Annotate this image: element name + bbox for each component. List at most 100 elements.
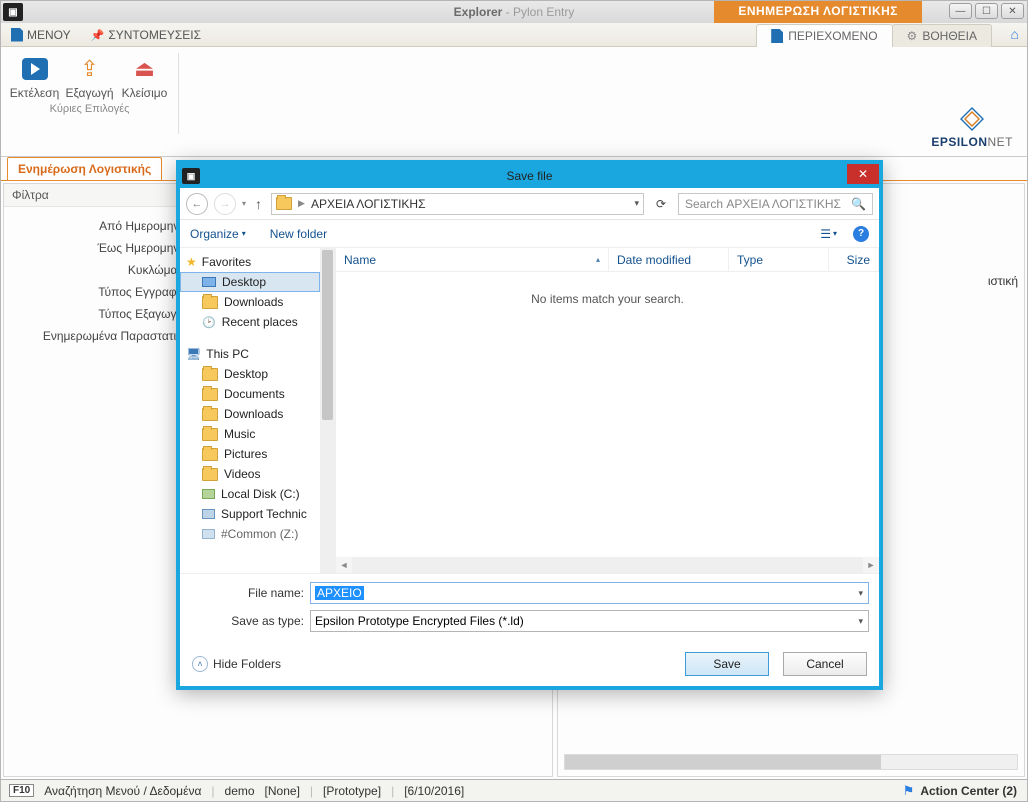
result-hscrollbar[interactable] [564, 754, 1018, 770]
app-icon: ▣ [3, 3, 23, 21]
content-tab-active[interactable]: Ενημέρωση Λογιστικής [7, 157, 162, 180]
filter-to-date-label: Έως Ημερομηνία [12, 241, 197, 255]
col-date[interactable]: Date modified [609, 248, 729, 271]
help-button[interactable]: ? [853, 226, 869, 242]
search-placeholder: Search ΑΡΧΕΙΑ ΛΟΓΙΣΤΙΚΗΣ [685, 197, 841, 211]
status-date: [6/10/2016] [404, 784, 464, 798]
nav-up-button[interactable]: ↑ [252, 196, 265, 212]
nav-forward-button[interactable]: → [214, 193, 236, 215]
tree-scrollbar[interactable] [320, 248, 335, 573]
tree-item-support[interactable]: Support Technic [180, 504, 320, 524]
refresh-button[interactable]: ⟳ [650, 197, 672, 211]
statusbar: F10 Αναζήτηση Μενού / Δεδομένα | demo [N… [1, 779, 1027, 801]
chevron-right-icon: ▶ [298, 198, 305, 209]
scroll-right-icon[interactable]: ► [863, 560, 879, 570]
col-type[interactable]: Type [729, 248, 829, 271]
tree-item-recent[interactable]: 🕑Recent places [180, 312, 320, 332]
tree-thispc-header[interactable]: 🖥This PC [180, 344, 320, 364]
close-window-button[interactable]: ✕ [1001, 3, 1024, 19]
doc-icon [11, 28, 23, 42]
dialog-footer: ˄ Hide Folders Save Cancel [180, 642, 879, 686]
folder-icon [202, 368, 218, 381]
nav-history-dropdown[interactable]: ▾ [242, 199, 246, 208]
tree-localc-label: Local Disk (C:) [221, 487, 300, 501]
savetype-select[interactable]: Epsilon Prototype Encrypted Files (*.ld)… [310, 610, 869, 632]
titlebar: ▣ Explorer - Pylon Entry ΕΝΗΜΕΡΩΣΗ ΛΟΓΙΣ… [1, 1, 1027, 23]
brand-logo: EPSILONNET [931, 107, 1013, 150]
save-button[interactable]: Save [685, 652, 769, 676]
chevron-down-icon[interactable]: ▾ [858, 588, 863, 599]
shortcuts-button[interactable]: ΣΥΝΤΟΜΕΥΣΕΙΣ [91, 28, 201, 42]
address-bar[interactable]: ▶ ΑΡΧΕΙΑ ΛΟΓΙΣΤΙΚΗΣ ▾ [271, 193, 644, 215]
tree-item-common[interactable]: #Common (Z:) [180, 524, 320, 544]
run-label: Εκτέλεση [10, 86, 60, 100]
filter-circuits-label: Κυκλώματα [12, 263, 197, 277]
filelist-hscrollbar[interactable]: ◄ ► [336, 557, 879, 573]
flag-icon[interactable]: ⚑ [903, 783, 915, 799]
view-options-button[interactable]: ☰▾ [820, 227, 837, 241]
folder-icon [202, 428, 218, 441]
eject-icon: ⏏ [131, 55, 159, 83]
desktop-icon [202, 277, 216, 287]
title-banner: ΕΝΗΜΕΡΩΣΗ ΛΟΓΙΣΤΙΚΗΣ [714, 1, 922, 23]
nav-back-button[interactable]: ← [186, 193, 208, 215]
tree-common-label: #Common (Z:) [221, 527, 298, 541]
run-button[interactable]: Εκτέλεση [7, 51, 62, 100]
dialog-body: ★Favorites Desktop Downloads 🕑Recent pla… [180, 248, 879, 573]
menu-button[interactable]: ΜΕΝΟΥ [11, 28, 71, 42]
tree-desktop-label: Desktop [222, 275, 266, 289]
filename-input[interactable]: ΑΡΧΕΙΟ ▾ [310, 582, 869, 604]
dialog-close-button[interactable]: ✕ [847, 164, 879, 184]
close-button[interactable]: ⏏Κλείσιμο [117, 51, 172, 100]
col-size[interactable]: Size [829, 248, 879, 271]
folder-icon [276, 197, 292, 210]
tree-dl-label: Downloads [224, 295, 283, 309]
right-tabs: ΠΕΡΙΕΧΟΜΕΝΟ ⚙ΒΟΗΘΕΙΑ [757, 24, 992, 47]
tree-item-downloads[interactable]: Downloads [180, 292, 320, 312]
export-button[interactable]: ⇪Εξαγωγή [62, 51, 117, 100]
tree-recent-label: Recent places [222, 315, 298, 329]
cancel-button[interactable]: Cancel [783, 652, 867, 676]
list-icon: ☰ [820, 227, 831, 241]
new-folder-button[interactable]: New folder [270, 227, 327, 241]
tree-item-music[interactable]: Music [180, 424, 320, 444]
status-user: demo [225, 784, 255, 798]
filename-value: ΑΡΧΕΙΟ [315, 586, 364, 600]
scroll-thumb[interactable] [565, 755, 881, 769]
chevron-down-icon[interactable]: ▾ [858, 616, 863, 627]
tree-item-videos[interactable]: Videos [180, 464, 320, 484]
home-icon[interactable]: ⌂ [1011, 26, 1019, 42]
tree-item-documents[interactable]: Documents [180, 384, 320, 404]
tree-item-pictures[interactable]: Pictures [180, 444, 320, 464]
search-icon: 🔍 [851, 197, 866, 211]
organize-button[interactable]: Organize▾ [190, 227, 246, 241]
tree-favorites-header[interactable]: ★Favorites [180, 252, 320, 272]
tab-help[interactable]: ⚙ΒΟΗΘΕΙΑ [892, 24, 992, 47]
address-dropdown-icon[interactable]: ▾ [634, 198, 639, 209]
hide-folders-button[interactable]: ˄ Hide Folders [192, 656, 281, 672]
tree-item-desktop[interactable]: Desktop [180, 272, 320, 292]
gear-icon: ⚙ [907, 29, 918, 43]
scroll-left-icon[interactable]: ◄ [336, 560, 352, 570]
scroll-track[interactable] [352, 557, 863, 573]
tree-item-pc-desktop[interactable]: Desktop [180, 364, 320, 384]
action-center-link[interactable]: Action Center (2) [920, 784, 1017, 798]
menu-row: ΜΕΝΟΥ ΣΥΝΤΟΜΕΥΣΕΙΣ ΠΕΡΙΕΧΟΜΕΝΟ ⚙ΒΟΗΘΕΙΑ … [1, 23, 1027, 47]
dialog-fields: File name: ΑΡΧΕΙΟ ▾ Save as type: Epsilo… [180, 573, 879, 642]
tree-music-label: Music [224, 427, 255, 441]
minimize-button[interactable]: — [949, 3, 972, 19]
col-name[interactable]: Name▴ [336, 248, 609, 271]
tree-item-local-c[interactable]: Local Disk (C:) [180, 484, 320, 504]
tree-item-pc-downloads[interactable]: Downloads [180, 404, 320, 424]
result-column-tail: ιστική [988, 274, 1018, 288]
filter-updated-docs-label: Ενημερωμένα Παραστατικά [12, 329, 197, 343]
maximize-button[interactable]: ☐ [975, 3, 998, 19]
tree-scroll-thumb[interactable] [322, 250, 333, 420]
chevron-down-icon: ▾ [242, 229, 246, 238]
star-icon: ★ [186, 255, 197, 269]
tab-content[interactable]: ΠΕΡΙΕΧΟΜΕΝΟ [756, 24, 892, 47]
breadcrumb[interactable]: ΑΡΧΕΙΑ ΛΟΓΙΣΤΙΚΗΣ [311, 197, 426, 211]
status-search-hint[interactable]: Αναζήτηση Μενού / Δεδομένα [44, 784, 201, 798]
search-input[interactable]: Search ΑΡΧΕΙΑ ΛΟΓΙΣΤΙΚΗΣ 🔍 [678, 193, 873, 215]
organize-label: Organize [190, 227, 239, 241]
